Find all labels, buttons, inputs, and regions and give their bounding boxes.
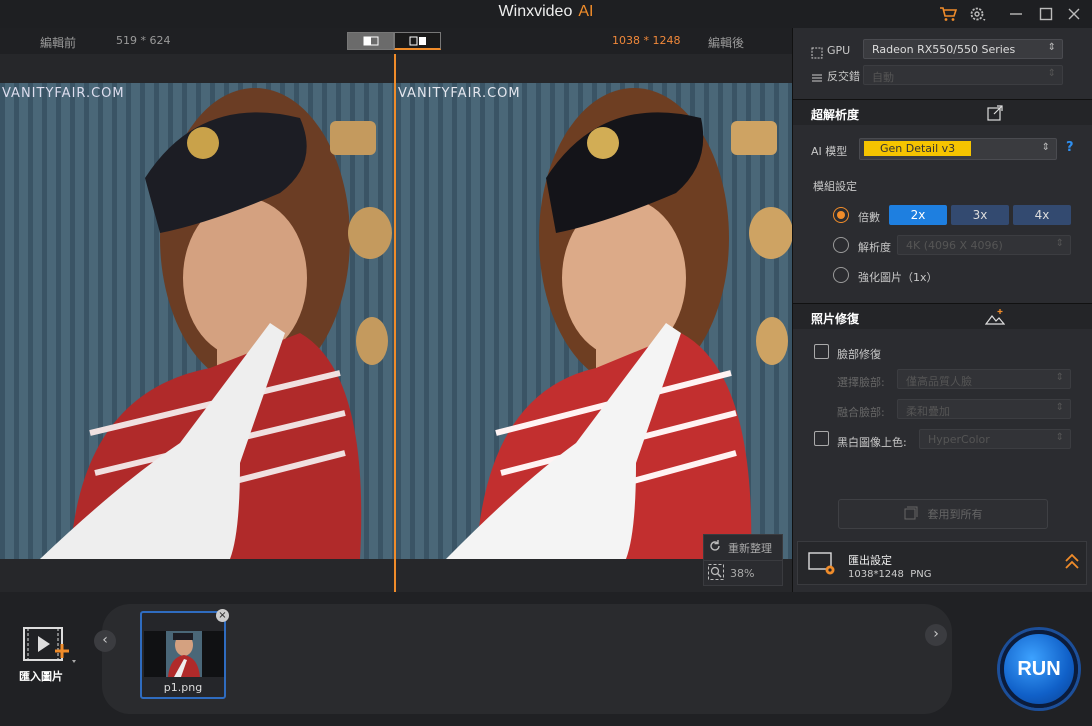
colorize-checkbox[interactable] — [814, 431, 829, 446]
deinterlace-icon — [811, 69, 823, 88]
updown-icon: ⇕ — [1055, 402, 1064, 413]
scale-4x-button[interactable]: 4x — [1013, 205, 1071, 225]
chevron-right-icon[interactable]: › — [925, 624, 947, 646]
scale-2x-button[interactable]: 2x — [889, 205, 947, 225]
import-images-button[interactable]: 匯入圖片 — [18, 622, 80, 683]
select-face-label: 選擇臉部: — [837, 376, 885, 389]
scale-label: 倍數 — [858, 211, 880, 224]
file-thumbnail[interactable]: p1.png — [140, 611, 226, 699]
split-view-button[interactable] — [347, 32, 394, 50]
export-settings-info: 1038*1248 PNG — [848, 569, 932, 580]
resolution-radio[interactable] — [833, 237, 849, 253]
export-settings-icon — [808, 552, 836, 580]
before-label: 編輯前 — [40, 36, 77, 50]
expand-icon[interactable] — [987, 105, 1003, 125]
after-watermark: VANITYFAIR.COM — [398, 86, 521, 101]
minimize-icon[interactable] — [1004, 3, 1028, 25]
preview-area: VANITYFAIR.COM VANITYFAIR.COM 重新整理 38% — [0, 54, 792, 592]
apply-all-label: 套用到所有 — [927, 508, 983, 521]
scale-3x-button[interactable]: 3x — [951, 205, 1009, 225]
deinterlace-label: 反交錯 — [827, 70, 860, 83]
close-icon[interactable] — [1062, 3, 1086, 25]
settings-gear-icon[interactable] — [966, 3, 990, 25]
help-icon[interactable]: ? — [1066, 140, 1074, 155]
before-size: 519 * 624 — [116, 34, 171, 47]
refresh-icon — [708, 539, 722, 556]
updown-icon: ⇕ — [1055, 372, 1064, 383]
updown-icon: ⇕ — [1055, 238, 1064, 249]
preview-tools: 重新整理 38% — [703, 534, 783, 586]
maximize-icon[interactable] — [1034, 3, 1058, 25]
colorize-select[interactable]: HyperColor ⇕ — [919, 429, 1071, 449]
thumbnail-filename: p1.png — [163, 681, 203, 694]
super-resolution-title: 超解析度 — [811, 108, 860, 122]
gpu-icon — [811, 44, 823, 63]
after-label: 編輯後 — [708, 36, 745, 50]
face-restore-label: 臉部修復 — [837, 348, 881, 361]
updown-icon: ⇕ — [1047, 42, 1056, 53]
thumbnail-image — [144, 631, 224, 677]
view-mode-toggle — [347, 32, 441, 50]
before-image: VANITYFAIR.COM — [0, 83, 394, 559]
apply-all-button[interactable]: 套用到所有 — [838, 499, 1048, 529]
title-bar: Winxvideo AI — [0, 0, 1092, 28]
before-watermark: VANITYFAIR.COM — [2, 86, 125, 101]
image-compare-area: VANITYFAIR.COM VANITYFAIR.COM — [0, 83, 792, 559]
scale-radio[interactable] — [833, 207, 849, 223]
photo-restore-header: 照片修復 — [793, 303, 1092, 329]
after-image: VANITYFAIR.COM — [396, 83, 792, 559]
apply-icon — [904, 505, 918, 524]
side-by-side-view-button[interactable] — [394, 32, 441, 50]
ai-model-select[interactable]: Gen Detail v3 ⇕ — [859, 138, 1057, 160]
resolution-select[interactable]: 4K (4096 X 4096) ⇕ — [897, 235, 1071, 255]
deinterlace-select[interactable]: 自動 ⇕ — [863, 65, 1063, 85]
reset-label: 重新整理 — [728, 541, 772, 555]
updown-icon: ⇕ — [1055, 432, 1064, 443]
run-button[interactable]: RUN — [1000, 630, 1078, 708]
module-settings-label: 模組設定 — [813, 180, 857, 193]
blend-face-label: 融合臉部: — [837, 406, 885, 419]
photo-restore-title: 照片修復 — [811, 312, 860, 326]
enhance-radio[interactable] — [833, 267, 849, 283]
chevron-left-icon[interactable]: ‹ — [94, 630, 116, 652]
select-face-select[interactable]: 僅高品質人臉 ⇕ — [897, 369, 1071, 389]
file-strip — [102, 604, 952, 714]
enhance-label: 強化圖片（1x） — [858, 271, 938, 284]
cart-icon[interactable] — [936, 3, 960, 25]
ai-model-label: AI 模型 — [811, 145, 848, 158]
zoom-icon — [708, 563, 724, 583]
resolution-label: 解析度 — [858, 241, 891, 254]
ai-model-badge: Gen Detail v3 — [864, 141, 972, 156]
zoom-control[interactable]: 38% — [704, 560, 782, 585]
updown-icon: ⇕ — [1047, 68, 1056, 79]
blend-face-select[interactable]: 柔和疊加 ⇕ — [897, 399, 1071, 419]
compare-bar: 編輯前 519 * 624 1038 * 1248 編輯後 — [0, 28, 792, 54]
zoom-value: 38% — [730, 566, 755, 580]
reset-button[interactable]: 重新整理 — [704, 535, 782, 560]
app-title: Winxvideo AI — [498, 3, 594, 20]
import-video-icon — [22, 624, 80, 672]
export-settings-title: 匯出設定 — [848, 554, 892, 567]
remove-file-icon[interactable]: × — [216, 609, 229, 622]
gpu-select[interactable]: Radeon RX550/550 Series ⇕ — [863, 39, 1063, 59]
split-slider-handle[interactable] — [394, 54, 396, 592]
updown-icon: ⇕ — [1041, 142, 1050, 153]
export-settings[interactable]: 匯出設定 1038*1248 PNG — [797, 541, 1087, 585]
settings-panel: GPU Radeon RX550/550 Series ⇕ 反交錯 自動 ⇕ 超解析… — [792, 28, 1092, 592]
gpu-label: GPU — [827, 44, 851, 57]
chevron-up-icon[interactable] — [1064, 552, 1080, 574]
import-images-label: 匯入圖片 — [19, 670, 63, 683]
after-size: 1038 * 1248 — [612, 34, 681, 47]
photo-magic-icon — [984, 308, 1006, 329]
colorize-label: 黑白圖像上色: — [837, 436, 907, 449]
super-resolution-header: 超解析度 — [793, 99, 1092, 125]
face-restore-checkbox[interactable] — [814, 344, 829, 359]
